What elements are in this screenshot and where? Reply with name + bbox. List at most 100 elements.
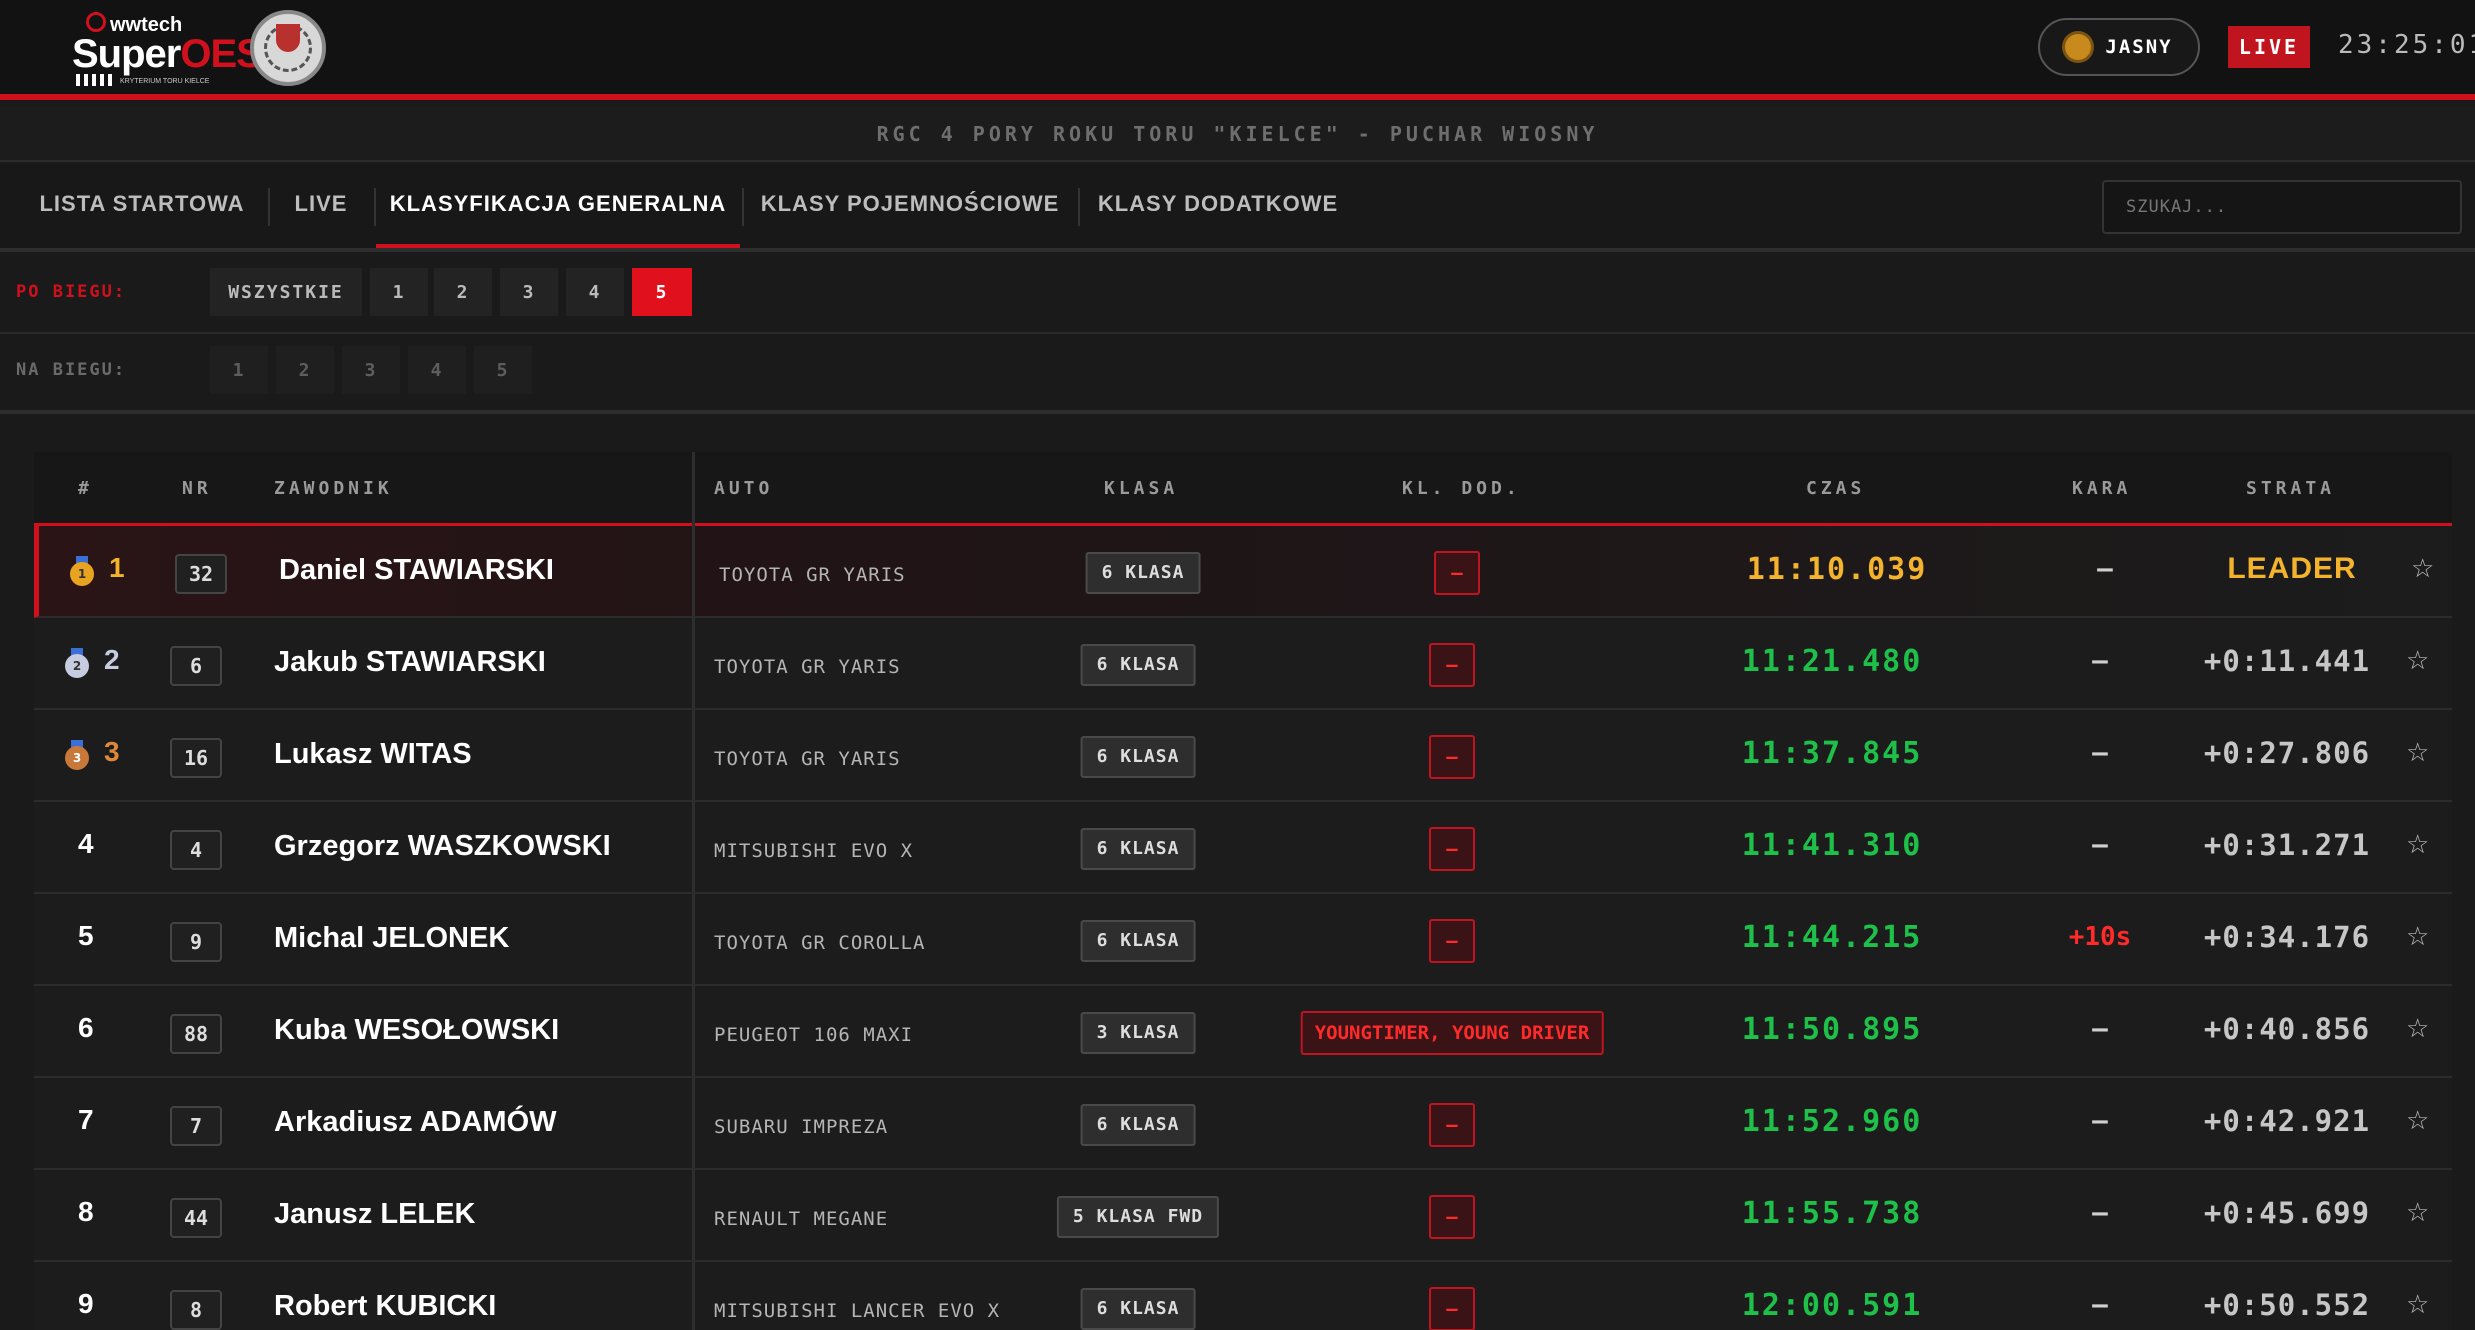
row-car: TOYOTA GR YARIS xyxy=(719,564,906,586)
row-penalty: +10s xyxy=(2068,922,2132,952)
tab-klasy-dodatkowe[interactable]: KLASY DODATKOWE xyxy=(1088,164,1348,248)
row-kldod-badge: — xyxy=(1434,551,1480,595)
row-position: 8 xyxy=(78,1196,94,1227)
tab-live[interactable]: LIVE xyxy=(276,164,366,248)
row-klasa-badge: 5 KLASA FWD xyxy=(1056,1196,1220,1238)
logo-brand-big: SuperOES xyxy=(72,32,263,76)
table-row[interactable]: 7 7 Arkadiusz ADAMÓW SUBARU IMPREZA 6 KL… xyxy=(34,1078,2452,1170)
row-driver[interactable]: Michal JELONEK xyxy=(274,922,509,955)
table-header: # NR ZAWODNIK AUTO KLASA KL. DOD. CZAS K… xyxy=(34,452,2452,526)
row-time: 11:50.895 xyxy=(1741,1012,1923,1047)
table-row[interactable]: 6 88 Kuba WESOŁOWSKI PEUGEOT 106 MAXI 3 … xyxy=(34,986,2452,1078)
tab-klasy-pojemnosciowe[interactable]: KLASY POJEMNOŚCIOWE xyxy=(750,164,1070,248)
row-klasa-badge: 6 KLASA xyxy=(1080,1104,1196,1146)
col-kara[interactable]: KARA xyxy=(2072,478,2131,499)
row-gap: +0:45.699 xyxy=(2203,1196,2371,1230)
silver-medal-icon: 2 xyxy=(64,648,90,678)
col-strata[interactable]: STRATA xyxy=(2246,478,2335,499)
row-driver[interactable]: Robert KUBICKI xyxy=(274,1290,496,1323)
row-penalty: — xyxy=(2092,1106,2108,1136)
filter-po-biegu-all[interactable]: WSZYSTKIE xyxy=(210,268,362,316)
tab-klasyfikacja-generalna[interactable]: KLASYFIKACJA GENERALNA xyxy=(376,164,740,248)
favorite-star-icon[interactable]: ☆ xyxy=(2406,738,2429,768)
row-driver[interactable]: Janusz LELEK xyxy=(274,1198,475,1231)
filter-na-biegu-2[interactable]: 2 xyxy=(276,346,334,394)
filter-po-biegu-4[interactable]: 4 xyxy=(566,268,624,316)
row-driver[interactable]: Arkadiusz ADAMÓW xyxy=(274,1106,557,1139)
filter-na-biegu-4[interactable]: 4 xyxy=(408,346,466,394)
row-kldod-badge: — xyxy=(1429,827,1475,871)
table-row[interactable]: 8 44 Janusz LELEK RENAULT MEGANE 5 KLASA… xyxy=(34,1170,2452,1262)
row-kldod-badge: — xyxy=(1429,735,1475,779)
row-gap: +0:50.552 xyxy=(2203,1288,2371,1322)
row-gap: LEADER xyxy=(2227,552,2357,585)
row-driver[interactable]: Kuba WESOŁOWSKI xyxy=(274,1014,559,1047)
favorite-star-icon[interactable]: ☆ xyxy=(2406,1106,2429,1136)
row-position: 1 xyxy=(109,552,125,583)
row-kldod-badge: — xyxy=(1429,1195,1475,1239)
tab-separator xyxy=(1078,188,1080,226)
table-row[interactable]: 3 3 16 Lukasz WITAS TOYOTA GR YARIS 6 KL… xyxy=(34,710,2452,802)
favorite-star-icon[interactable]: ☆ xyxy=(2406,830,2429,860)
row-kldod-badge: — xyxy=(1429,643,1475,687)
col-nr[interactable]: NR xyxy=(182,478,212,499)
filter-na-biegu-3[interactable]: 3 xyxy=(342,346,400,394)
top-bar: wwtech SuperOES KRYTERIUM TORU KIELCE JA… xyxy=(0,0,2475,100)
filter-po-biegu-2[interactable]: 2 xyxy=(434,268,492,316)
table-row[interactable]: 2 2 6 Jakub STAWIARSKI TOYOTA GR YARIS 6… xyxy=(34,618,2452,710)
col-kldod[interactable]: KL. DOD. xyxy=(1402,478,1521,499)
filter-po-biegu-5[interactable]: 5 xyxy=(632,268,692,316)
sun-icon xyxy=(2065,34,2092,60)
row-time: 11:10.039 xyxy=(1746,552,1928,587)
row-klasa-badge: 3 KLASA xyxy=(1080,1012,1196,1054)
row-kldod-badge: YOUNGTIMER, YOUNG DRIVER xyxy=(1300,1011,1604,1055)
theme-toggle-label: JASNY xyxy=(2105,36,2173,58)
theme-toggle-button[interactable]: JASNY xyxy=(2038,18,2200,76)
search-input[interactable] xyxy=(2102,180,2462,234)
row-position: 2 xyxy=(104,644,120,675)
filter-po-biegu-3[interactable]: 3 xyxy=(500,268,558,316)
favorite-star-icon[interactable]: ☆ xyxy=(2406,1198,2429,1228)
col-klasa[interactable]: KLASA xyxy=(1104,478,1178,499)
club-seal-logo xyxy=(250,10,326,86)
row-penalty: — xyxy=(2092,830,2108,860)
row-driver[interactable]: Jakub STAWIARSKI xyxy=(274,646,546,679)
filter-na-biegu-1[interactable]: 1 xyxy=(210,346,268,394)
filter-po-biegu-1[interactable]: 1 xyxy=(370,268,428,316)
row-driver[interactable]: Grzegorz WASZKOWSKI xyxy=(274,830,611,863)
row-position: 3 xyxy=(104,736,120,767)
row-position: 5 xyxy=(78,920,94,951)
superoes-logo[interactable]: wwtech SuperOES KRYTERIUM TORU KIELCE xyxy=(68,12,263,86)
col-czas[interactable]: CZAS xyxy=(1806,478,1865,499)
favorite-star-icon[interactable]: ☆ xyxy=(2406,922,2429,952)
favorite-star-icon[interactable]: ☆ xyxy=(2411,554,2434,584)
row-gap: +0:42.921 xyxy=(2203,1104,2371,1138)
row-car: MITSUBISHI EVO X xyxy=(714,840,914,862)
row-penalty: — xyxy=(2092,738,2108,768)
col-driver[interactable]: ZAWODNIK xyxy=(274,478,393,499)
table-row[interactable]: 4 4 Grzegorz WASZKOWSKI MITSUBISHI EVO X… xyxy=(34,802,2452,894)
table-row[interactable]: 1 1 32 Daniel STAWIARSKI TOYOTA GR YARIS… xyxy=(34,526,2452,618)
row-driver[interactable]: Daniel STAWIARSKI xyxy=(279,554,554,587)
row-gap: +0:34.176 xyxy=(2203,920,2371,954)
favorite-star-icon[interactable]: ☆ xyxy=(2406,1290,2429,1320)
favorite-star-icon[interactable]: ☆ xyxy=(2406,646,2429,676)
col-pos[interactable]: # xyxy=(78,478,93,499)
row-number: 6 xyxy=(170,646,222,686)
row-kldod-badge: — xyxy=(1429,1103,1475,1147)
row-number: 9 xyxy=(170,922,222,962)
row-gap: +0:27.806 xyxy=(2203,736,2371,770)
col-car[interactable]: AUTO xyxy=(714,478,773,499)
table-row[interactable]: 5 9 Michal JELONEK TOYOTA GR COROLLA 6 K… xyxy=(34,894,2452,986)
row-number: 32 xyxy=(175,554,227,594)
checkered-flag-icon xyxy=(76,74,116,86)
row-driver[interactable]: Lukasz WITAS xyxy=(274,738,472,771)
favorite-star-icon[interactable]: ☆ xyxy=(2406,1014,2429,1044)
filter-na-biegu-label: NA BIEGU: xyxy=(16,360,127,380)
row-time: 12:00.591 xyxy=(1741,1288,1923,1323)
tab-lista-startowa[interactable]: LISTA STARTOWA xyxy=(18,164,266,248)
row-number: 7 xyxy=(170,1106,222,1146)
row-car: MITSUBISHI LANCER EVO X xyxy=(714,1300,1001,1322)
filter-na-biegu-5[interactable]: 5 xyxy=(474,346,532,394)
table-row[interactable]: 9 8 Robert KUBICKI MITSUBISHI LANCER EVO… xyxy=(34,1262,2452,1330)
